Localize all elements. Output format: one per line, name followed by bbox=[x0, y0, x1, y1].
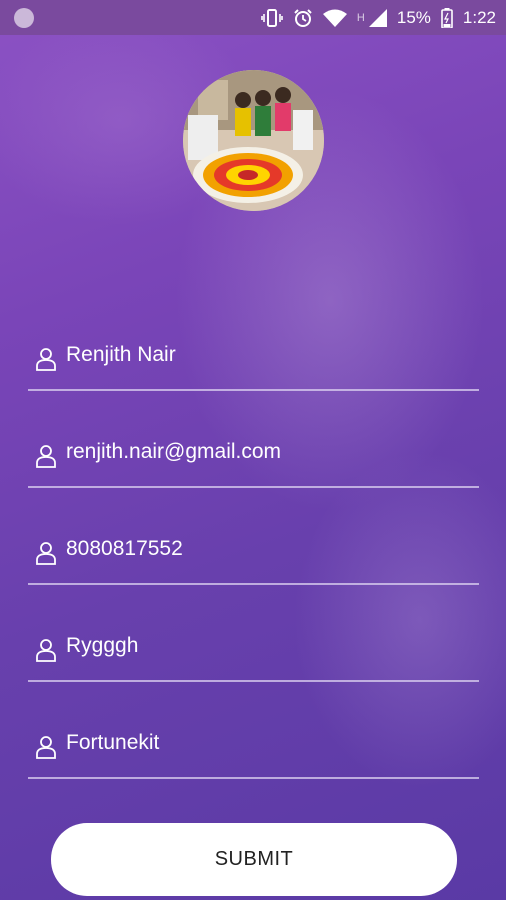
name-value: Renjith Nair bbox=[66, 343, 176, 366]
notification-dot-icon bbox=[14, 7, 34, 28]
user-icon bbox=[36, 445, 56, 468]
status-bar: H 15% 1:22 bbox=[0, 0, 506, 35]
submit-button[interactable]: SUBMIT bbox=[51, 823, 457, 896]
wifi-icon bbox=[322, 9, 347, 27]
profile-avatar[interactable] bbox=[183, 70, 324, 211]
signal-icon bbox=[368, 8, 387, 27]
battery-percent: 15% bbox=[396, 7, 431, 27]
clock-time: 1:22 bbox=[462, 7, 496, 27]
field-4-value: Rygggh bbox=[66, 634, 139, 657]
profile-photo bbox=[183, 70, 324, 211]
user-icon bbox=[36, 736, 56, 759]
email-value: renjith.nair@gmail.com bbox=[66, 440, 282, 463]
status-icons: H 15% 1:22 bbox=[261, 7, 496, 28]
phone-value: 8080817552 bbox=[66, 537, 183, 560]
email-field[interactable]: renjith.nair@gmail.com bbox=[28, 428, 479, 488]
user-icon bbox=[36, 639, 56, 662]
user-icon bbox=[36, 348, 56, 371]
field-4[interactable]: Rygggh bbox=[28, 622, 479, 682]
battery-icon bbox=[441, 7, 453, 28]
network-type-label: H bbox=[356, 11, 365, 24]
vibrate-icon bbox=[261, 8, 283, 28]
phone-field[interactable]: 8080817552 bbox=[28, 525, 479, 585]
user-icon bbox=[36, 542, 56, 565]
field-5[interactable]: Fortunekit bbox=[28, 719, 479, 779]
field-5-value: Fortunekit bbox=[66, 731, 160, 754]
name-field[interactable]: Renjith Nair bbox=[28, 331, 479, 391]
alarm-icon bbox=[293, 8, 313, 28]
